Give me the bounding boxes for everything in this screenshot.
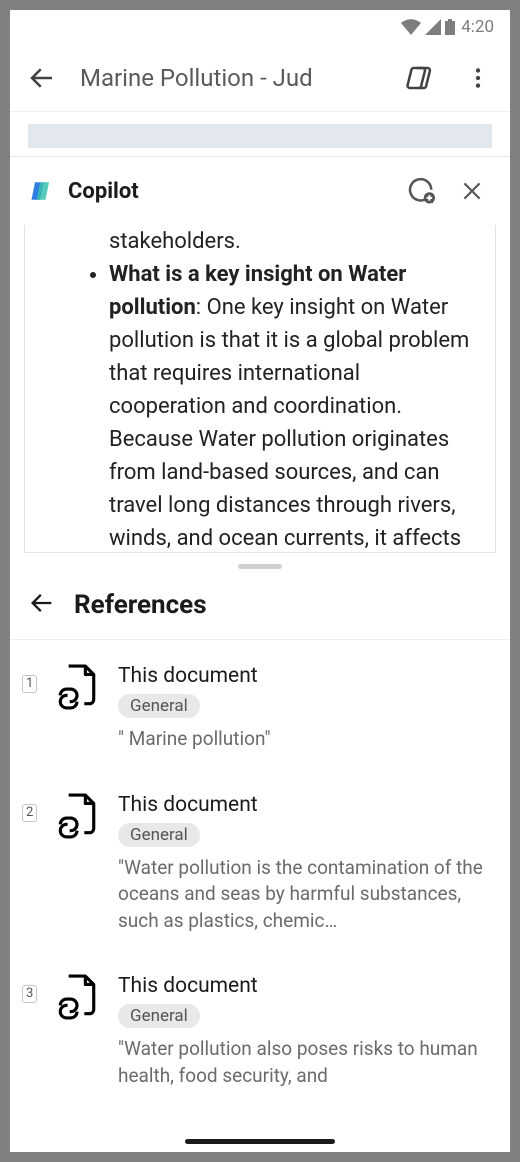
- references-heading: References: [74, 590, 207, 620]
- more-vertical-icon: [465, 65, 491, 91]
- copilot-spark-icon: [405, 63, 435, 93]
- document-peek: [10, 112, 510, 156]
- drag-handle-icon: [238, 564, 282, 569]
- arrow-left-icon: [27, 63, 57, 93]
- wifi-icon: [401, 19, 421, 35]
- overflow-menu-button[interactable]: [458, 58, 498, 98]
- document-link-icon: [56, 974, 98, 1020]
- references-back-button[interactable]: [28, 589, 56, 621]
- document-title: Marine Pollution - Jud: [80, 64, 382, 92]
- response-bullet: What is a key insight on Water pollution…: [109, 258, 473, 553]
- app-bar: Marine Pollution - Jud: [10, 44, 510, 112]
- response-fragment: stakeholders.: [109, 225, 473, 258]
- cell-signal-icon: [425, 19, 441, 35]
- home-indicator[interactable]: [185, 1139, 335, 1144]
- reference-item[interactable]: 3 This document General "Water pollution…: [22, 974, 492, 1089]
- reference-title: This document: [118, 664, 492, 688]
- reference-number: 1: [22, 675, 37, 693]
- document-selection: [28, 124, 492, 148]
- copilot-panel-header: Copilot: [10, 156, 510, 225]
- reference-number: 2: [22, 804, 37, 822]
- close-copilot-button[interactable]: [452, 171, 492, 211]
- new-chat-button[interactable]: [400, 171, 440, 211]
- references-list[interactable]: 1 This document General " Marine polluti…: [10, 640, 510, 1152]
- status-bar: 4:20: [10, 10, 510, 44]
- reference-excerpt: "Water pollution is the contamination of…: [118, 855, 492, 935]
- copilot-response[interactable]: stakeholders. What is a key insight on W…: [24, 225, 496, 553]
- references-header: References: [10, 579, 510, 640]
- drag-handle-area[interactable]: [10, 553, 510, 579]
- reference-number: 3: [22, 985, 37, 1003]
- document-link-icon: [56, 793, 98, 839]
- reference-item[interactable]: 2 This document General "Water pollution…: [22, 793, 492, 935]
- copilot-toolbar-button[interactable]: [400, 58, 440, 98]
- reference-excerpt: " Marine pollution": [118, 726, 492, 753]
- status-icons: [401, 19, 455, 35]
- document-link-icon: [56, 664, 98, 710]
- battery-icon: [445, 19, 455, 35]
- reference-title: This document: [118, 974, 492, 998]
- arrow-left-icon: [28, 589, 56, 617]
- reference-excerpt: "Water pollution also poses risks to hum…: [118, 1036, 492, 1089]
- copilot-title: Copilot: [68, 179, 388, 204]
- reference-tag: General: [118, 823, 200, 847]
- bullet-text: : One key insight on Water pollution is …: [109, 295, 469, 553]
- reference-title: This document: [118, 793, 492, 817]
- clock: 4:20: [461, 17, 494, 37]
- back-button[interactable]: [22, 58, 62, 98]
- copilot-logo-icon: [28, 177, 56, 205]
- close-icon: [459, 178, 485, 204]
- chat-plus-icon: [405, 176, 435, 206]
- reference-item[interactable]: 1 This document General " Marine polluti…: [22, 664, 492, 753]
- reference-tag: General: [118, 1004, 200, 1028]
- reference-tag: General: [118, 694, 200, 718]
